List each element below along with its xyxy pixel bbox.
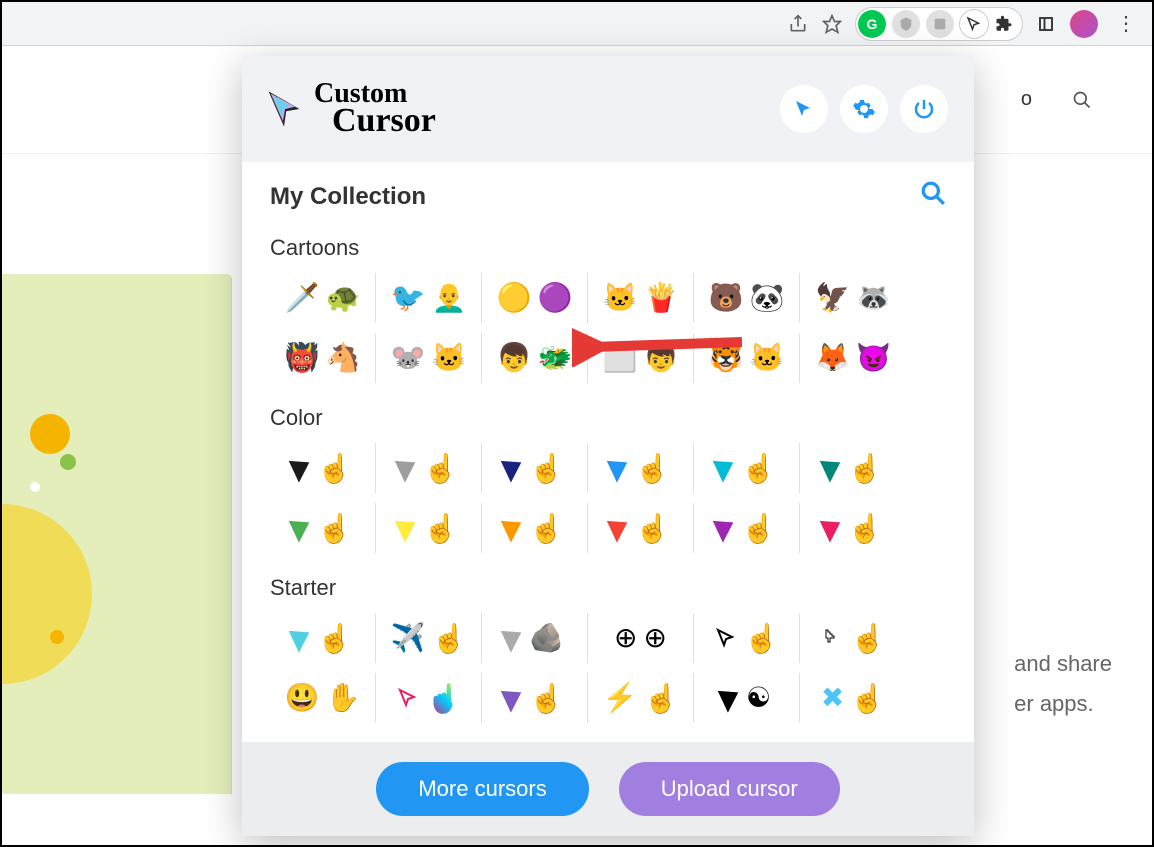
page-search-icon[interactable] [1072, 90, 1092, 110]
cursor-pack[interactable]: ☝ [482, 503, 588, 553]
cursor-pack[interactable]: ☝ [482, 443, 588, 493]
cursor-pack[interactable]: ☝ [376, 443, 482, 493]
category-color: Color ☝ ☝ ☝ ☝ ☝ ☝ ☝ ☝ ☝ ☝ ☝ ☝ [270, 405, 946, 553]
cursor-pack[interactable]: ☝ [694, 503, 800, 553]
privacy-ext-icon[interactable] [892, 10, 920, 38]
cursor-pack[interactable]: ☝ [376, 673, 482, 723]
cursor-pack[interactable]: ☝ [800, 443, 906, 493]
category-starter: Starter ☝ ✈️☝ 🪨 ⊕⊕ ☝ ☝ 😃✋ ☝ ☝ ⚡☝ ☯ ✖☝ [270, 575, 946, 723]
cursor-pack[interactable]: 👹🐴 [270, 333, 376, 383]
toggle-ext-icon[interactable] [926, 10, 954, 38]
cursor-row: 👹🐴 🐭🐱 👦🐲 ⬜👦 🐯🐱 🦊😈 [270, 333, 946, 383]
cursor-pack[interactable]: ✈️☝ [376, 613, 482, 663]
category-title: Starter [270, 575, 946, 601]
cursor-mode-button[interactable] [780, 85, 828, 133]
cursor-pack[interactable]: 🐻🐼 [694, 273, 800, 323]
cursor-pack[interactable]: ☝ [270, 613, 376, 663]
cursor-row: ☝ ☝ ☝ ☝ ☝ ☝ [270, 443, 946, 493]
popup-footer: More cursors Upload cursor [242, 742, 974, 836]
extensions-group: G [856, 8, 1022, 40]
custom-cursor-logo: Custom Cursor [262, 81, 436, 137]
cursor-pack[interactable]: 👦🐲 [482, 333, 588, 383]
cursor-pack[interactable]: 🐱🍟 [588, 273, 694, 323]
cursor-pack[interactable]: ⬜👦 [588, 333, 694, 383]
cursor-row: 😃✋ ☝ ☝ ⚡☝ ☯ ✖☝ [270, 673, 946, 723]
cursor-pack[interactable]: ☝ [270, 503, 376, 553]
cursor-pack[interactable]: ☝ [588, 503, 694, 553]
upload-cursor-button[interactable]: Upload cursor [619, 762, 840, 816]
chrome-menu-icon[interactable]: ⋮ [1112, 11, 1140, 36]
cursor-pack[interactable]: ☝ [800, 613, 906, 663]
search-icon[interactable] [920, 180, 946, 213]
cursor-pack[interactable]: 🦅🦝 [800, 273, 906, 323]
settings-button[interactable] [840, 85, 888, 133]
cursor-pack[interactable]: ☝ [270, 443, 376, 493]
category-title: Color [270, 405, 946, 431]
cursor-pack[interactable]: ☝ [694, 443, 800, 493]
cursor-pack[interactable]: ✖☝ [800, 673, 906, 723]
logo-text: Custom Cursor [314, 81, 436, 137]
collection-title-row: My Collection [270, 180, 946, 213]
cursor-pack[interactable]: 🐯🐱 [694, 333, 800, 383]
more-cursors-button[interactable]: More cursors [376, 762, 588, 816]
cursor-row: ☝ ☝ ☝ ☝ ☝ ☝ [270, 503, 946, 553]
profile-avatar[interactable] [1070, 10, 1098, 38]
cursor-pack[interactable]: ☯ [694, 673, 800, 723]
nav-fragment: o [1021, 88, 1032, 111]
share-icon[interactable] [788, 14, 808, 34]
star-icon[interactable] [822, 14, 842, 34]
hero-illustration [2, 274, 232, 794]
cursor-pack[interactable]: 🪨 [482, 613, 588, 663]
cursor-pack[interactable]: 🗡️🐢 [270, 273, 376, 323]
cursor-pack[interactable]: ☝ [800, 503, 906, 553]
cursor-pack[interactable]: ☝ [376, 503, 482, 553]
cursor-pack[interactable]: ⚡☝ [588, 673, 694, 723]
extension-popup: Custom Cursor My Collection Cartoons [242, 56, 974, 836]
cursor-pack[interactable]: 🟡🟣 [482, 273, 588, 323]
window-icon[interactable] [1036, 14, 1056, 34]
cursor-pack[interactable]: 😃✋ [270, 673, 376, 723]
puzzle-ext-icon[interactable] [994, 14, 1014, 34]
cursor-pack[interactable]: ☝ [482, 673, 588, 723]
power-button[interactable] [900, 85, 948, 133]
popup-header: Custom Cursor [242, 56, 974, 162]
cursor-pack[interactable]: 🦊😈 [800, 333, 906, 383]
cursor-pack[interactable]: 🐭🐱 [376, 333, 482, 383]
cursor-pack[interactable]: ☝ [588, 443, 694, 493]
cursor-pack[interactable]: ⊕⊕ [588, 613, 694, 663]
logo-arrow-icon [262, 87, 306, 131]
popup-body: My Collection Cartoons 🗡️🐢 🐦👨‍🦲 🟡🟣 🐱🍟 🐻🐼… [242, 162, 974, 742]
grammarly-ext-icon[interactable]: G [858, 10, 886, 38]
custom-cursor-ext-icon[interactable] [960, 10, 988, 38]
cursor-row: 🗡️🐢 🐦👨‍🦲 🟡🟣 🐱🍟 🐻🐼 🦅🦝 [270, 273, 946, 323]
category-cartoons: Cartoons 🗡️🐢 🐦👨‍🦲 🟡🟣 🐱🍟 🐻🐼 🦅🦝 👹🐴 🐭🐱 👦🐲 ⬜… [270, 235, 946, 383]
cursor-pack[interactable]: 🐦👨‍🦲 [376, 273, 482, 323]
collection-title: My Collection [270, 183, 426, 211]
cursor-pack[interactable]: ☝ [694, 613, 800, 663]
background-text: and share er apps. [1014, 644, 1112, 723]
browser-toolbar: G ⋮ [2, 2, 1152, 46]
cursor-row: ☝ ✈️☝ 🪨 ⊕⊕ ☝ ☝ [270, 613, 946, 663]
category-title: Cartoons [270, 235, 946, 261]
